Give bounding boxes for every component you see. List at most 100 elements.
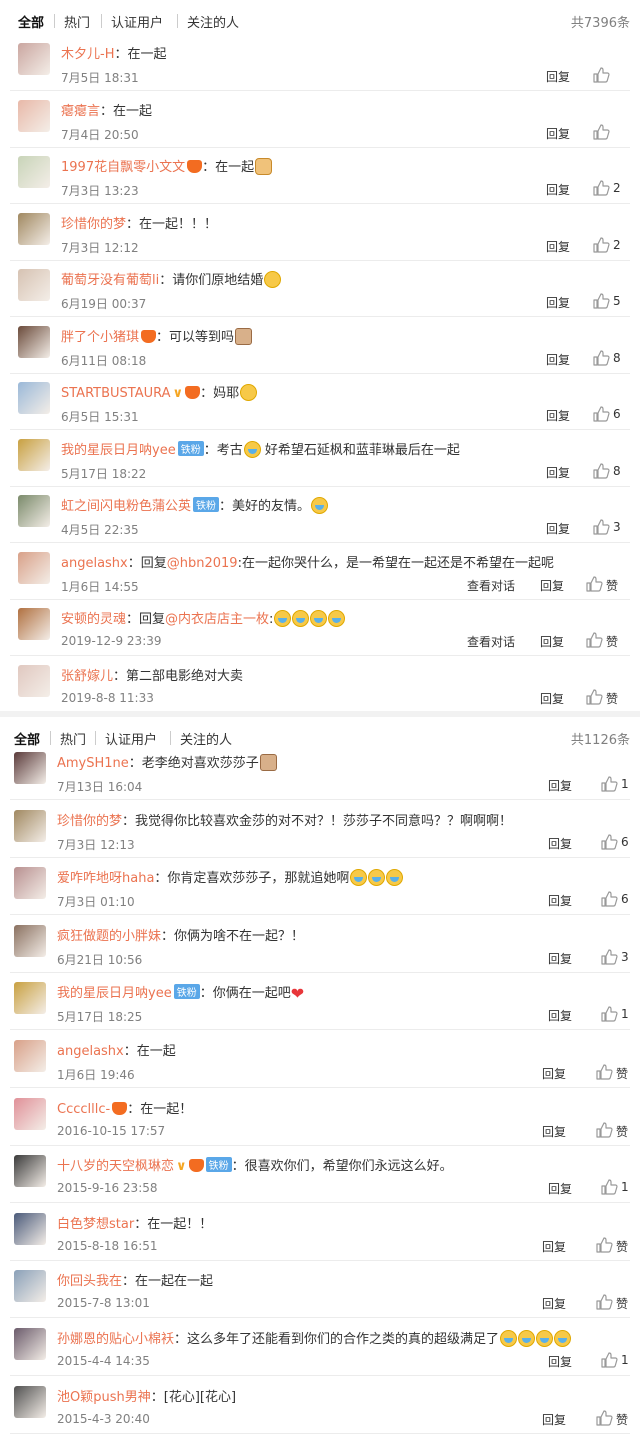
reply-button[interactable]: 回复 [546,407,570,424]
avatar[interactable] [18,382,50,414]
tab-hot[interactable]: 热门 [64,12,90,31]
username-link[interactable]: 珍惜你的梦 [61,217,126,232]
username-link[interactable]: Cccclllc- [57,1102,110,1117]
username-link[interactable]: angelashx [61,556,128,571]
avatar[interactable] [18,495,50,527]
reply-button[interactable]: 回复 [542,1411,566,1428]
like-count: 赞 [606,635,619,649]
username-link[interactable]: 张舒嫁儿 [61,669,113,684]
comment-time: 2015-8-18 16:51 [57,1238,158,1253]
username-link[interactable]: AmySH1ne [57,756,129,771]
reply-button[interactable]: 回复 [542,1065,566,1082]
avatar[interactable] [18,99,50,132]
avatar[interactable] [18,664,50,697]
username-link[interactable]: 葡萄牙没有葡萄li [61,273,159,288]
reply-button[interactable]: 回复 [548,950,572,967]
username-link[interactable]: 虹之间闪电粉色蒲公英 [61,499,191,514]
reply-button[interactable]: 回复 [548,892,572,909]
username-link[interactable]: 白色梦想star [57,1217,134,1232]
username-link[interactable]: 珍惜你的梦 [57,814,122,829]
reply-button[interactable]: 回复 [540,690,564,707]
comment-time: 6月5日 15:31 [61,410,139,424]
reply-button[interactable]: 回复 [548,1180,572,1197]
reply-button[interactable]: 回复 [546,351,570,368]
tab-following[interactable]: 关注的人 [187,12,239,31]
mention-link[interactable]: @内衣店店主一枚 [165,612,269,627]
avatar[interactable] [14,1270,46,1303]
avatar[interactable] [14,752,46,784]
reply-button[interactable]: 回复 [548,1353,572,1370]
comment-time: 5月17日 18:22 [61,466,147,481]
username-link[interactable]: 孙娜恩的贴心小棉袄 [57,1332,174,1347]
reply-button[interactable]: 回复 [546,68,570,85]
cry-emoji-icon [536,1330,554,1347]
avatar[interactable] [14,1155,46,1188]
avatar[interactable] [18,269,50,301]
mention-link[interactable]: @hbn2019 [167,556,238,571]
comment-time: 7月3日 12:13 [57,837,135,852]
reply-button[interactable]: 回复 [542,1123,566,1140]
avatar[interactable] [14,1040,46,1072]
username-link[interactable]: 胖了个小猪琪 [61,330,139,345]
reply-button[interactable]: 回复 [546,520,570,537]
like-count: 1 [621,1180,629,1195]
reply-button[interactable]: 回复 [546,125,570,142]
reply-button[interactable]: 回复 [546,238,570,255]
reply-button[interactable]: 回复 [546,181,570,198]
avatar[interactable] [18,608,50,640]
comment-time: 4月5日 22:35 [61,523,139,537]
username-link[interactable]: 我的星辰日月呐yee [57,986,172,1001]
like-count: 5 [613,294,621,308]
avatar[interactable] [14,924,46,957]
avatar[interactable] [14,1097,46,1130]
avatar[interactable] [14,982,46,1015]
username-link[interactable]: 1997花自飘零小文文 [61,160,185,175]
avatar[interactable] [14,867,46,900]
comment-item: 胖了个小猪琪 ：可以等到吗 6月11日 08:18 回复 8 [0,317,640,374]
view-conversation-link[interactable]: 查看对话 [467,633,515,650]
view-conversation-link[interactable]: 查看对话 [467,577,515,594]
username-link[interactable]: angelashx [57,1044,124,1059]
reply-button[interactable]: 回复 [540,577,564,594]
avatar[interactable] [18,438,50,471]
avatar[interactable] [18,156,50,188]
avatar[interactable] [18,325,50,358]
avatar[interactable] [14,1328,46,1360]
comment-text: 珍惜你的梦：我觉得你比较喜欢金莎的对不对？！莎莎子不同意吗？？啊啊啊！ [57,810,620,829]
comment-body: ：在一起 [114,47,167,62]
vip-crown-icon [188,1159,204,1173]
comment-body: ：在一起 [123,1044,176,1059]
avatar[interactable] [18,212,50,245]
verified-v-icon: ∨ [172,386,184,401]
username-link[interactable]: 我的星辰日月呐yee [61,443,176,458]
username-link[interactable]: 疯狂做题的小胖妹 [57,929,161,944]
username-link[interactable]: 你回头我在 [57,1274,122,1289]
avatar[interactable] [14,1212,46,1245]
avatar[interactable] [14,1385,46,1418]
reply-button[interactable]: 回复 [540,633,564,650]
tab-all[interactable]: 全部 [18,12,44,31]
reply-button[interactable]: 回复 [548,1007,572,1024]
like-count: 赞 [606,578,619,593]
username-link[interactable]: 十八岁的天空枫琳恋 [57,1159,174,1174]
reply-button[interactable]: 回复 [548,777,572,794]
comment-text: 池O颖push男神：[花心][花心] [57,1386,620,1405]
reply-button[interactable]: 回复 [542,1295,566,1312]
reply-button[interactable]: 回复 [542,1238,566,1255]
reply-button[interactable]: 回复 [546,464,570,481]
avatar[interactable] [14,809,46,842]
username-link[interactable]: STARTBUSTAURA [61,386,171,401]
comment-body: ：这么多年了还能看到你们的合作之类的真的超级满足了 [174,1332,500,1347]
reply-button[interactable]: 回复 [548,835,572,852]
avatar[interactable] [18,43,50,75]
reply-button[interactable]: 回复 [546,294,570,311]
username-link[interactable]: 安顿的灵魂 [61,612,126,627]
username-link[interactable]: 爱咋咋地呀haha [57,871,154,886]
cry-emoji-icon [311,497,329,514]
tab-verified[interactable]: 认证用户 [111,12,163,31]
username-link[interactable]: 瘪瘪言 [61,104,100,119]
avatar[interactable] [18,551,50,584]
username-link[interactable]: 木夕儿-H [61,47,114,62]
comment-item: angelashx：在一起 1月6日 19:46 回复 赞 [0,1031,640,1088]
username-link[interactable]: 池O颖push男神 [57,1390,151,1405]
